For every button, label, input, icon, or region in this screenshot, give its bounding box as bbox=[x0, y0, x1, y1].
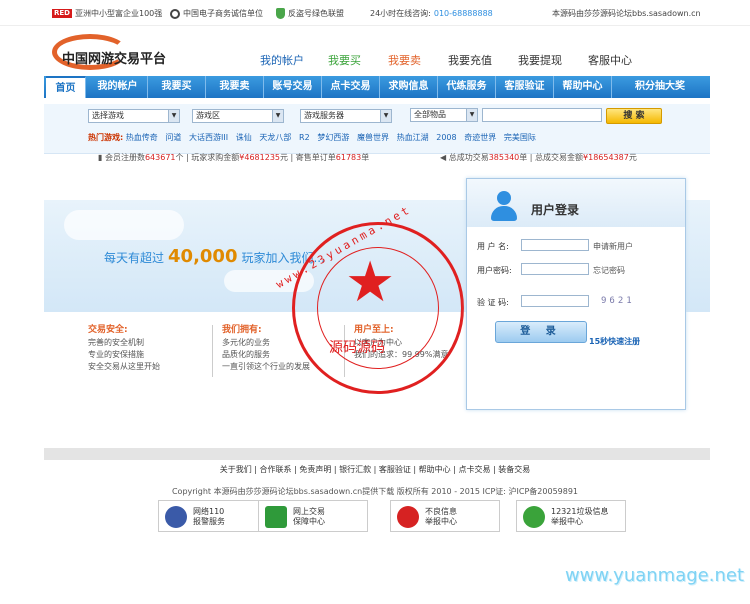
star-icon: ★ bbox=[345, 250, 396, 315]
username-label: 用 户 名: bbox=[477, 242, 509, 251]
hot-game-link[interactable]: 诛仙 bbox=[236, 133, 252, 142]
login-title: 用户登录 bbox=[531, 203, 580, 217]
ecommerce-badge: 中国电子商务诚信单位 bbox=[170, 8, 263, 19]
speaker-icon: ◀ bbox=[440, 153, 447, 162]
police-badge-icon bbox=[165, 506, 187, 528]
award-text: 亚洲中小型富企业100强 bbox=[74, 9, 163, 18]
hot-games-row: 热门游戏: 热血传奇 问道 大话西游III 诛仙 天龙八部 R2 梦幻西游 魔兽… bbox=[88, 132, 536, 143]
hot-game-link[interactable]: 热血江湖 bbox=[397, 133, 429, 142]
captcha-label: 验 证 码: bbox=[477, 298, 509, 307]
stamp-text: 源码源码 bbox=[329, 340, 385, 356]
tab-sell[interactable]: 我要卖 bbox=[206, 76, 264, 98]
site-watermark: www.yuanmage.net bbox=[564, 565, 744, 586]
circle-logo-icon bbox=[170, 8, 180, 19]
footer-divider bbox=[44, 448, 710, 460]
search-button[interactable]: 搜 索 bbox=[606, 108, 662, 124]
hot-game-link[interactable]: 大话西游III bbox=[189, 133, 228, 142]
main-nav: 首页 我的帐户 我要买 我要卖 账号交易 点卡交易 求购信息 代练服务 客服验证… bbox=[44, 76, 710, 98]
tab-my-account[interactable]: 我的帐户 bbox=[88, 76, 148, 98]
hot-game-link[interactable]: 魔兽世界 bbox=[357, 133, 389, 142]
user-icon bbox=[489, 191, 519, 223]
site-stats-left: ▮ 会员注册数643671个 | 玩家求购金额¥4681235元 | 寄售单订单… bbox=[98, 153, 370, 162]
source-text: 本源码由莎莎源码论坛bbs.sasadown.cn bbox=[552, 9, 701, 18]
report-icon bbox=[397, 506, 419, 528]
bad-info-report-badge[interactable]: 不良信息 举报中心 bbox=[390, 500, 500, 532]
quicknav-buy[interactable]: 我要买 bbox=[328, 52, 361, 68]
green-alliance-badge: 反盗号绿色联盟 bbox=[276, 8, 344, 19]
password-input[interactable] bbox=[521, 263, 589, 275]
watermark-stamp: www.23yuanma.net ★ 源码源码 bbox=[274, 203, 464, 394]
register-link[interactable]: 申请新用户 bbox=[593, 241, 633, 252]
divider bbox=[212, 325, 213, 377]
green-alliance-text: 反盗号绿色联盟 bbox=[288, 9, 344, 18]
footer-links[interactable]: 关于我们 | 合作联系 | 免责声明 | 银行汇款 | 客服验证 | 帮助中心 … bbox=[0, 464, 750, 475]
tab-home[interactable]: 首页 bbox=[46, 76, 86, 98]
tab-lottery[interactable]: 积分抽大奖 bbox=[612, 76, 708, 98]
tab-card-trade[interactable]: 点卡交易 bbox=[322, 76, 380, 98]
quicknav-recharge[interactable]: 我要充值 bbox=[448, 52, 492, 68]
tab-help[interactable]: 帮助中心 bbox=[554, 76, 612, 98]
tab-wanted[interactable]: 求购信息 bbox=[380, 76, 438, 98]
hot-game-link[interactable]: 问道 bbox=[165, 133, 181, 142]
goods-select[interactable]: 全部物品 ▼ bbox=[410, 108, 478, 122]
hot-game-link[interactable]: R2 bbox=[299, 133, 310, 142]
keyword-input[interactable] bbox=[482, 108, 602, 122]
scales-icon bbox=[265, 506, 287, 528]
site-stats-right: ◀ 总成功交易385340单 | 总成交易金额¥18654387元 bbox=[440, 153, 637, 162]
quicknav-my-account[interactable]: 我的帐户 bbox=[260, 52, 304, 68]
hot-game-link[interactable]: 完美国际 bbox=[504, 133, 536, 142]
quicknav-sell[interactable]: 我要卖 bbox=[388, 52, 421, 68]
logo-text: 中国网游交易平台 bbox=[62, 52, 167, 67]
area-select[interactable]: 游戏区 ▼ bbox=[192, 109, 284, 123]
password-label: 用户密码: bbox=[477, 266, 512, 275]
feature-security: 交易安全: 完善的安全机制 专业的安保措施 安全交易从这里开始 bbox=[88, 325, 160, 371]
quick-register-link[interactable]: 15秒快速注册 bbox=[589, 336, 640, 347]
hot-game-link[interactable]: 热血传奇 bbox=[126, 133, 158, 142]
tab-account-trade[interactable]: 账号交易 bbox=[264, 76, 322, 98]
tab-verify[interactable]: 客服验证 bbox=[496, 76, 554, 98]
cloud-decoration bbox=[64, 210, 184, 240]
site-logo[interactable]: 中国网游交易平台 bbox=[52, 34, 192, 72]
login-header: 用户登录 bbox=[467, 179, 685, 227]
hotline: 24小时在线咨询: 010-68888888 bbox=[370, 8, 493, 19]
top-info-bar: RED 亚洲中小型富企业100强 中国电子商务诚信单位 反盗号绿色联盟 24小时… bbox=[0, 0, 750, 26]
forgot-password-link[interactable]: 忘记密码 bbox=[593, 265, 625, 276]
copyright-text: Copyright 本源码由莎莎源码论坛bbs.sasadown.cn提供下载 … bbox=[171, 487, 579, 496]
username-input[interactable] bbox=[521, 239, 589, 251]
tab-leveling[interactable]: 代练服务 bbox=[438, 76, 496, 98]
server-select[interactable]: 游戏服务器 ▼ bbox=[300, 109, 392, 123]
quicknav-support[interactable]: 客服中心 bbox=[588, 52, 632, 68]
hotline-label: 24小时在线咨询: bbox=[370, 9, 431, 18]
banner-slogan: 每天有超过 40,000 玩家加入我们... bbox=[104, 246, 325, 267]
chevron-down-icon: ▼ bbox=[466, 109, 477, 121]
quicknav-withdraw[interactable]: 我要提现 bbox=[518, 52, 562, 68]
hot-game-link[interactable]: 奇迹世界 bbox=[464, 133, 496, 142]
spam-report-badge[interactable]: 12321垃圾信息 举报中心 bbox=[516, 500, 626, 532]
hot-game-link[interactable]: 天龙八部 bbox=[259, 133, 291, 142]
chevron-down-icon: ▼ bbox=[380, 110, 391, 122]
captcha-image[interactable]: 9621 bbox=[601, 296, 635, 306]
stats-bar-icon: ▮ bbox=[98, 153, 103, 162]
spam-report-icon bbox=[523, 506, 545, 528]
hot-game-link[interactable]: 梦幻西游 bbox=[317, 133, 349, 142]
hot-games-label: 热门游戏: bbox=[88, 133, 124, 142]
red-badge-icon: RED bbox=[52, 9, 72, 18]
award-badge: RED 亚洲中小型富企业100强 bbox=[52, 8, 162, 19]
chevron-down-icon: ▼ bbox=[272, 110, 283, 122]
game-select[interactable]: 选择游戏 ▼ bbox=[88, 109, 180, 123]
login-panel: 用户登录 用 户 名: 申请新用户 用户密码: 忘记密码 验 证 码: 9621… bbox=[466, 178, 686, 410]
hotline-number: 010-68888888 bbox=[433, 9, 493, 18]
login-button[interactable]: 登 录 bbox=[495, 321, 587, 343]
hot-game-link[interactable]: 2008 bbox=[436, 133, 456, 142]
trade-guarantee-badge[interactable]: 网上交易 保障中心 bbox=[258, 500, 368, 532]
chevron-down-icon: ▼ bbox=[168, 110, 179, 122]
shield-icon bbox=[276, 8, 285, 19]
captcha-input[interactable] bbox=[521, 295, 589, 307]
police-110-badge[interactable]: 网络110 报警服务 bbox=[158, 500, 268, 532]
ecommerce-text: 中国电子商务诚信单位 bbox=[183, 9, 263, 18]
tab-buy[interactable]: 我要买 bbox=[148, 76, 206, 98]
